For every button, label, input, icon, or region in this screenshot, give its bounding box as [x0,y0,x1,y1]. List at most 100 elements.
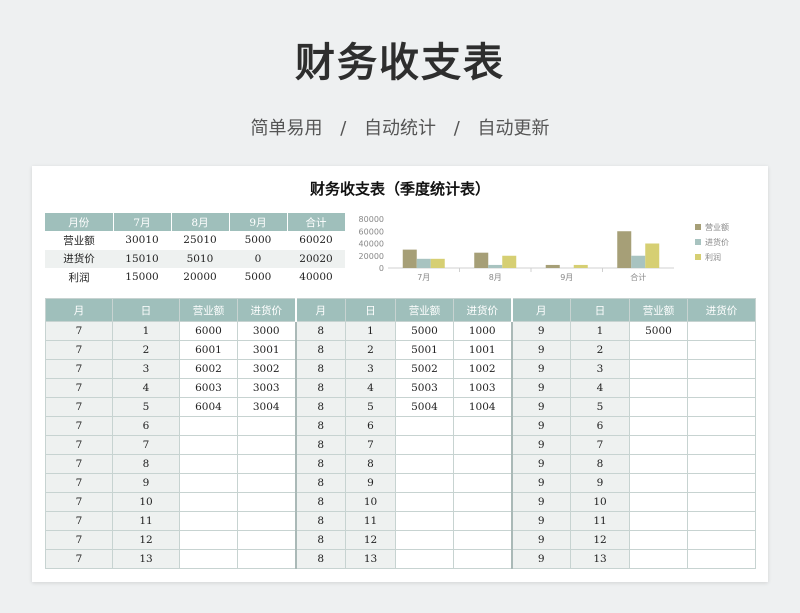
ledger-cell[interactable]: 5001 [395,340,454,360]
ledger-cell[interactable] [687,378,756,398]
ledger-cell[interactable]: 6004 [179,397,238,417]
ledger-header-cell[interactable]: 月 [45,298,113,322]
ledger-cell[interactable] [395,435,454,455]
ledger-cell[interactable]: 7 [570,435,630,455]
ledger-cell[interactable]: 7 [45,549,113,569]
ledger-cell[interactable]: 9 [510,397,571,417]
ledger-cell[interactable] [395,416,454,436]
ledger-cell[interactable]: 10 [112,492,180,512]
ledger-cell[interactable]: 3004 [237,397,296,417]
ledger-cell[interactable]: 8 [294,435,346,455]
ledger-cell[interactable] [687,359,756,379]
ledger-cell[interactable]: 8 [294,321,346,341]
ledger-cell[interactable]: 13 [570,549,630,569]
ledger-cell[interactable]: 7 [112,435,180,455]
ledger-cell[interactable]: 3002 [237,359,296,379]
ledger-cell[interactable] [687,435,756,455]
ledger-cell[interactable] [629,511,688,531]
ledger-cell[interactable] [395,473,454,493]
ledger-cell[interactable]: 5002 [395,359,454,379]
summary-header-cell[interactable]: 9月 [229,213,288,231]
ledger-cell[interactable]: 8 [294,492,346,512]
ledger-cell[interactable] [179,473,238,493]
ledger-cell[interactable]: 13 [345,549,396,569]
ledger-cell[interactable]: 8 [294,454,346,474]
ledger-cell[interactable]: 3001 [237,340,296,360]
ledger-cell[interactable] [629,359,688,379]
ledger-cell[interactable]: 9 [510,492,571,512]
ledger-cell[interactable] [237,435,296,455]
ledger-cell[interactable] [453,530,512,550]
ledger-cell[interactable] [179,492,238,512]
ledger-cell[interactable]: 7 [45,416,113,436]
ledger-cell[interactable]: 7 [45,397,113,417]
ledger-header-cell[interactable]: 日 [570,298,630,322]
ledger-cell[interactable]: 9 [510,435,571,455]
ledger-cell[interactable]: 7 [45,340,113,360]
ledger-cell[interactable]: 3000 [237,321,296,341]
ledger-header-cell[interactable]: 日 [345,298,396,322]
ledger-cell[interactable] [179,435,238,455]
ledger-cell[interactable] [395,511,454,531]
ledger-cell[interactable] [237,530,296,550]
ledger-cell[interactable]: 7 [45,492,113,512]
ledger-cell[interactable] [453,435,512,455]
ledger-cell[interactable]: 8 [294,530,346,550]
summary-bar-chart[interactable]: 80000 60000 40000 20000 0 7月 8月 9月 合计 营业额进货价利润 [352,210,752,288]
ledger-cell[interactable]: 1003 [453,378,512,398]
ledger-cell[interactable] [629,435,688,455]
ledger-cell[interactable]: 11 [570,511,630,531]
ledger-cell[interactable]: 4 [345,378,396,398]
ledger-cell[interactable] [395,549,454,569]
ledger-cell[interactable]: 7 [45,454,113,474]
summary-header-cell[interactable]: 月份 [45,213,114,231]
summary-cell[interactable]: 20000 [171,268,229,287]
ledger-cell[interactable]: 9 [510,416,571,436]
ledger-cell[interactable]: 9 [570,473,630,493]
ledger-cell[interactable] [629,492,688,512]
ledger-cell[interactable] [179,511,238,531]
ledger-cell[interactable]: 11 [345,511,396,531]
ledger-cell[interactable] [687,549,756,569]
ledger-cell[interactable]: 7 [45,359,113,379]
ledger-cell[interactable]: 6000 [179,321,238,341]
ledger-cell[interactable] [687,340,756,360]
ledger-cell[interactable]: 4 [112,378,180,398]
ledger-cell[interactable]: 9 [510,359,571,379]
ledger-cell[interactable] [687,492,756,512]
ledger-cell[interactable]: 8 [294,473,346,493]
summary-cell[interactable]: 利润 [45,268,113,287]
summary-cell[interactable]: 25010 [171,231,229,250]
ledger-header-cell[interactable]: 进货价 [687,298,756,322]
ledger-cell[interactable] [453,549,512,569]
ledger-cell[interactable]: 2 [345,340,396,360]
ledger-cell[interactable] [629,397,688,417]
summary-cell[interactable]: 30010 [113,231,171,250]
ledger-cell[interactable]: 9 [510,549,571,569]
ledger-cell[interactable]: 8 [112,454,180,474]
ledger-cell[interactable]: 6001 [179,340,238,360]
ledger-cell[interactable] [237,511,296,531]
ledger-cell[interactable]: 6 [112,416,180,436]
summary-cell[interactable]: 5010 [171,249,229,268]
ledger-cell[interactable]: 5 [112,397,180,417]
ledger-cell[interactable]: 1 [570,321,630,341]
ledger-cell[interactable]: 7 [45,473,113,493]
ledger-cell[interactable] [453,492,512,512]
summary-cell[interactable]: 5000 [229,268,287,287]
ledger-cell[interactable] [453,473,512,493]
ledger-cell[interactable]: 9 [510,454,571,474]
summary-header-cell[interactable]: 8月 [171,213,230,231]
ledger-cell[interactable]: 5003 [395,378,454,398]
ledger-cell[interactable]: 9 [510,530,571,550]
ledger-cell[interactable]: 1 [345,321,396,341]
ledger-cell[interactable] [687,397,756,417]
ledger-cell[interactable]: 3003 [237,378,296,398]
ledger-cell[interactable]: 8 [294,378,346,398]
ledger-cell[interactable] [179,416,238,436]
ledger-cell[interactable]: 10 [345,492,396,512]
ledger-cell[interactable] [453,511,512,531]
ledger-header-cell[interactable]: 月 [294,298,346,322]
ledger-cell[interactable] [687,530,756,550]
ledger-cell[interactable]: 1000 [453,321,512,341]
